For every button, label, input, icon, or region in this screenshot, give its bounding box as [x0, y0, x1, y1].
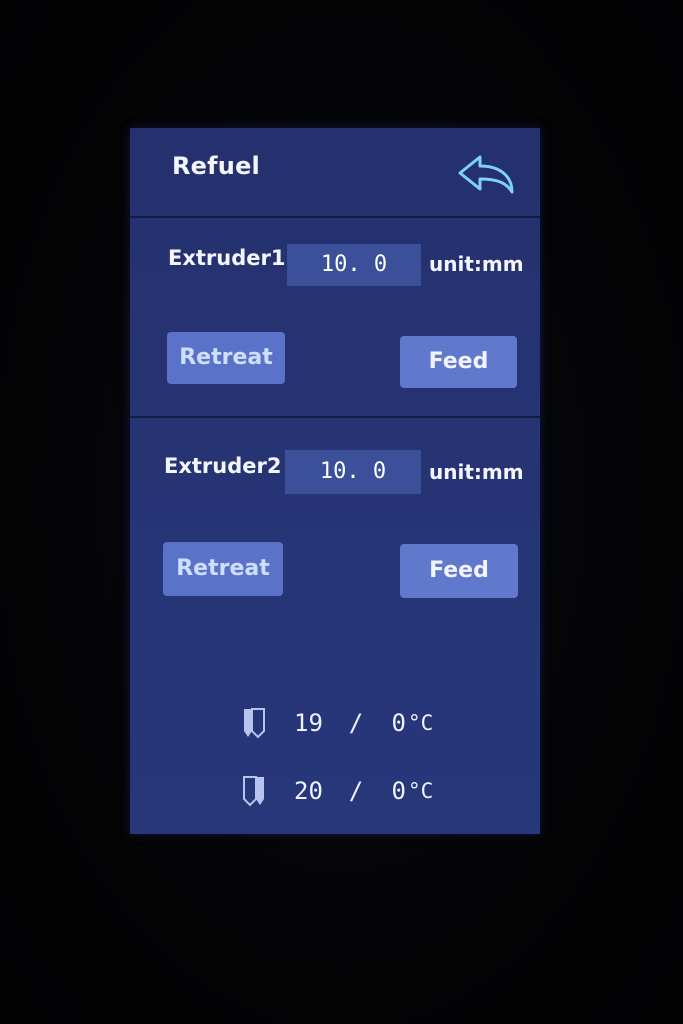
- extruder1-label: Extruder1: [168, 246, 286, 270]
- nozzle2-target-temp: 0: [391, 777, 406, 805]
- nozzle1-current-temp: 19: [294, 709, 323, 737]
- nozzle1-temperature-row: 19 / 0 °C: [240, 706, 433, 740]
- nozzle1-target-temp: 0: [391, 709, 406, 737]
- nozzle2-temperature-row: 20 / 0 °C: [240, 774, 433, 808]
- extruder2-retreat-button[interactable]: Retreat: [163, 542, 283, 596]
- header-bar: Refuel: [130, 128, 540, 218]
- nozzle-right-icon: [243, 776, 264, 807]
- extruder2-unit-label: unit:mm: [429, 460, 524, 484]
- extruder1-feed-button[interactable]: Feed: [400, 336, 517, 388]
- nozzle2-current-temp: 20: [294, 777, 323, 805]
- extruder2-feed-button[interactable]: Feed: [400, 544, 518, 598]
- extruder2-label: Extruder2: [164, 454, 282, 478]
- extruder2-section: Extruder2 10. 0 unit:mm Retreat Feed: [130, 420, 540, 620]
- back-arrow-icon: [458, 155, 514, 194]
- nozzle2-temp-unit: °C: [408, 779, 434, 803]
- nozzle1-temp-unit: °C: [408, 711, 434, 735]
- extruder2-length-input[interactable]: 10. 0: [285, 450, 421, 494]
- extruder1-retreat-button[interactable]: Retreat: [167, 332, 285, 384]
- back-button[interactable]: [456, 154, 518, 196]
- extruder1-unit-label: unit:mm: [429, 252, 524, 276]
- nozzle2-temp-separator: /: [348, 777, 364, 805]
- device-photo: Refuel Extruder1 10. 0 unit:mm Retreat F…: [0, 0, 683, 1024]
- page-title: Refuel: [172, 152, 260, 180]
- nozzle1-temp-separator: /: [348, 709, 364, 737]
- touch-screen: Refuel Extruder1 10. 0 unit:mm Retreat F…: [130, 128, 540, 834]
- extruder1-length-input[interactable]: 10. 0: [287, 244, 421, 286]
- extruder1-section: Extruder1 10. 0 unit:mm Retreat Feed: [130, 218, 540, 418]
- nozzle-left-icon: [244, 708, 265, 739]
